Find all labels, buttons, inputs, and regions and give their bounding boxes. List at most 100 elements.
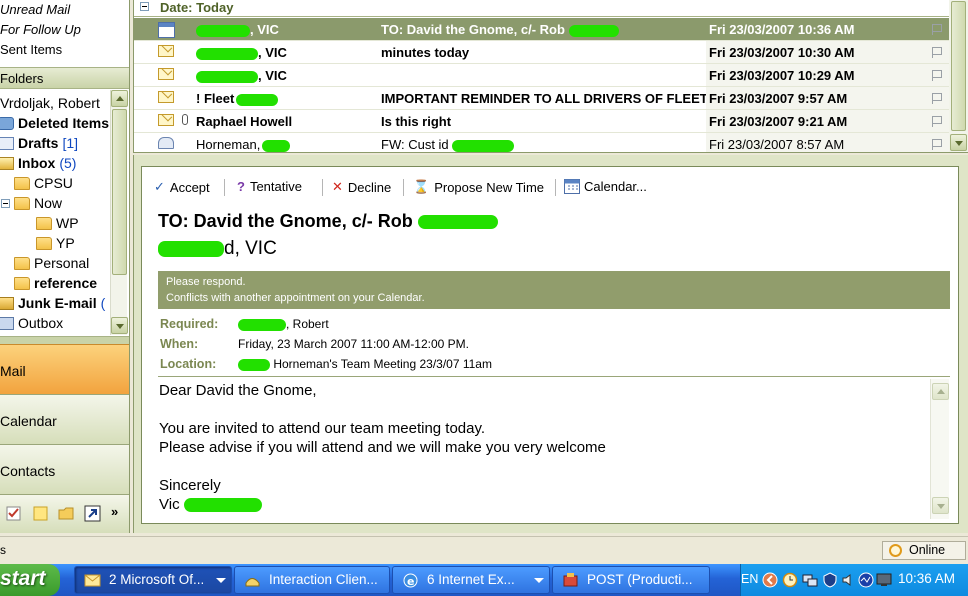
internet-explorer-icon: e bbox=[403, 573, 418, 588]
volume-icon[interactable] bbox=[841, 572, 857, 588]
taskbar-item-label: POST (Producti... bbox=[587, 572, 693, 587]
taskbar-item-interaction-client[interactable]: Interaction Clien... bbox=[234, 566, 390, 594]
folder-outbox[interactable]: Outbox bbox=[0, 313, 63, 333]
flag-cell[interactable] bbox=[924, 18, 949, 40]
message-row[interactable]: Raphael Howell Is this right Fri 23/03/2… bbox=[134, 110, 949, 133]
outbox-icon bbox=[0, 316, 14, 330]
scroll-down-button[interactable] bbox=[111, 317, 128, 334]
nav-shortcut-bar: » bbox=[0, 494, 129, 533]
flag-icon[interactable] bbox=[932, 47, 942, 58]
message-row[interactable]: Horneman, FW: Cust id Fri 23/03/2007 8:5… bbox=[134, 133, 949, 152]
folder-icon bbox=[36, 216, 52, 230]
message-row[interactable]: , VIC minutes today Fri 23/03/2007 10:30… bbox=[134, 41, 949, 64]
taskbar-clock[interactable]: 10:36 AM bbox=[898, 571, 955, 586]
tray-chevron-icon[interactable] bbox=[762, 572, 778, 588]
folder-junk-email[interactable]: Junk E-mail ( bbox=[0, 293, 105, 313]
body-line: Please advise if you will attend and we … bbox=[159, 439, 606, 456]
flag-cell[interactable] bbox=[924, 110, 949, 132]
folder-now[interactable]: Now bbox=[14, 193, 62, 213]
nav-button-contacts[interactable]: Contacts bbox=[0, 444, 129, 494]
folder-cpsu[interactable]: CPSU bbox=[14, 173, 73, 193]
online-status[interactable]: Online bbox=[882, 541, 966, 560]
folder-reference[interactable]: reference bbox=[14, 273, 97, 293]
network-icon[interactable] bbox=[802, 572, 818, 588]
scroll-down-button[interactable] bbox=[932, 497, 949, 514]
collapse-now-toggle[interactable] bbox=[1, 199, 10, 208]
propose-new-time-button[interactable]: ⌛ Propose New Time bbox=[413, 179, 544, 195]
scroll-up-button[interactable] bbox=[111, 90, 128, 107]
folder-label: Drafts bbox=[18, 135, 59, 151]
folder-list-icon[interactable] bbox=[58, 505, 75, 522]
nav-link-for-follow-up[interactable]: For Follow Up bbox=[0, 22, 81, 37]
reminder-clock-icon[interactable] bbox=[782, 572, 798, 588]
body-divider bbox=[158, 376, 950, 377]
nav-splitter[interactable] bbox=[0, 336, 129, 344]
calendar-label: Calendar... bbox=[584, 179, 647, 194]
folder-icon bbox=[14, 256, 30, 270]
message-list-scrollbar[interactable] bbox=[949, 0, 968, 152]
envelope-icon bbox=[158, 91, 174, 103]
flag-icon[interactable] bbox=[932, 24, 942, 35]
folder-label: reference bbox=[34, 275, 98, 291]
message-row[interactable]: , VIC Fri 23/03/2007 10:29 AM bbox=[134, 64, 949, 87]
flag-icon[interactable] bbox=[932, 139, 942, 150]
taskbar-item-internet-explorer[interactable]: e 6 Internet Ex... bbox=[392, 566, 550, 594]
taskbar-item-outlook[interactable]: 2 Microsoft Of... bbox=[74, 566, 232, 594]
decline-button[interactable]: ✕ Decline bbox=[332, 179, 391, 195]
folder-scrollbar[interactable] bbox=[110, 90, 128, 335]
language-indicator[interactable]: EN bbox=[741, 572, 758, 586]
scroll-down-button[interactable] bbox=[950, 134, 967, 151]
body-scrollbar[interactable] bbox=[930, 379, 949, 519]
flag-cell[interactable] bbox=[924, 133, 949, 152]
message-body[interactable]: Dear David the Gnome, You are invited to… bbox=[159, 381, 929, 521]
date-group-header[interactable]: Date: Today bbox=[134, 0, 949, 17]
tentative-button[interactable]: ? Tentative bbox=[237, 179, 302, 194]
folder-label: Now bbox=[34, 195, 63, 211]
folder-drafts[interactable]: Drafts [1] bbox=[0, 133, 78, 153]
calendar-button[interactable]: Calendar... bbox=[564, 179, 647, 194]
folder-wp[interactable]: WP bbox=[36, 213, 79, 233]
folder-inbox[interactable]: Inbox (5) bbox=[0, 153, 76, 173]
folder-yp[interactable]: YP bbox=[36, 233, 75, 253]
opened-envelope-icon bbox=[158, 137, 174, 149]
flag-cell[interactable] bbox=[924, 41, 949, 63]
accept-button[interactable]: ✓ Accept bbox=[154, 179, 210, 195]
scroll-thumb[interactable] bbox=[951, 1, 966, 131]
mailbox-root[interactable]: Vrdoljak, Robert bbox=[0, 93, 100, 113]
start-button[interactable]: start bbox=[0, 564, 60, 596]
message-row[interactable]: ! Fleet IMPORTANT REMINDER TO ALL DRIVER… bbox=[134, 87, 949, 110]
nav-link-sent-items[interactable]: Sent Items bbox=[0, 42, 62, 57]
envelope-icon bbox=[158, 45, 174, 57]
folder-personal[interactable]: Personal bbox=[14, 253, 89, 273]
flag-cell[interactable] bbox=[924, 87, 949, 109]
display-icon[interactable] bbox=[876, 572, 892, 588]
more-buttons-chevron-icon[interactable]: » bbox=[111, 504, 118, 519]
reading-pane: ✓ Accept ? Tentative ✕ Decline ⌛ Propose… bbox=[141, 166, 959, 524]
shortcuts-icon[interactable] bbox=[84, 505, 101, 522]
outlook-icon bbox=[84, 574, 101, 587]
taskbar-item-post[interactable]: POST (Producti... bbox=[552, 566, 710, 594]
scroll-thumb[interactable] bbox=[112, 109, 127, 275]
nav-link-unread-mail[interactable]: Unread Mail bbox=[0, 2, 70, 17]
folder-count: ( bbox=[100, 295, 106, 311]
message-from: Horneman, bbox=[196, 137, 376, 152]
folder-deleted-items[interactable]: Deleted Items bbox=[0, 113, 109, 133]
folder-tree: Vrdoljak, Robert Deleted Items Drafts [1… bbox=[0, 90, 110, 335]
online-status-icon bbox=[889, 544, 902, 557]
folder-icon bbox=[14, 196, 30, 210]
nav-button-mail[interactable]: Mail bbox=[0, 344, 129, 394]
flag-icon[interactable] bbox=[932, 93, 942, 104]
flag-icon[interactable] bbox=[932, 116, 942, 127]
required-value[interactable]: , Robert bbox=[238, 317, 329, 331]
flag-cell[interactable] bbox=[924, 64, 949, 86]
taskbar-item-label: 2 Microsoft Of... bbox=[109, 572, 205, 587]
notes-icon[interactable] bbox=[32, 505, 49, 522]
antivirus-icon[interactable] bbox=[822, 572, 838, 588]
collapse-group-icon[interactable] bbox=[140, 2, 149, 11]
scroll-up-button[interactable] bbox=[932, 383, 949, 400]
connection-icon[interactable] bbox=[858, 572, 874, 588]
tasks-icon[interactable] bbox=[5, 505, 22, 522]
message-row[interactable]: , VIC TO: David the Gnome, c/- Rob Fri 2… bbox=[134, 18, 949, 41]
nav-button-calendar[interactable]: Calendar bbox=[0, 394, 129, 444]
flag-icon[interactable] bbox=[932, 70, 942, 81]
